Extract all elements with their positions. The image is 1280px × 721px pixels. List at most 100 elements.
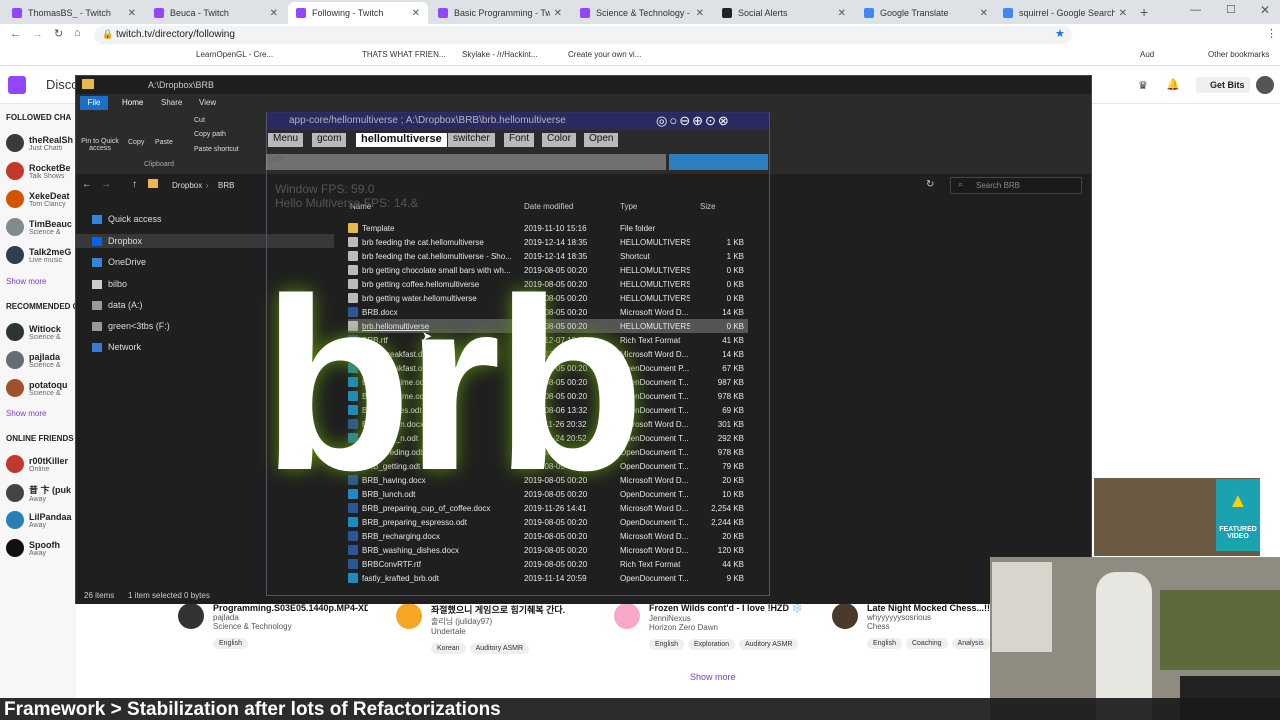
forward-icon[interactable]: → bbox=[32, 28, 43, 40]
sidebar-channel[interactable]: Witlock Science & bbox=[6, 323, 77, 341]
stream-category[interactable]: Science & Technology bbox=[213, 622, 378, 631]
copy-button[interactable]: Copy bbox=[128, 139, 144, 146]
sidebar-channel[interactable]: r00tKiller Online bbox=[6, 455, 77, 473]
stream-channel[interactable]: 출리님 (juliday97) bbox=[431, 616, 596, 627]
sidebar-channel[interactable]: 昔 卞 (puk Away bbox=[6, 483, 77, 503]
minimize-icon[interactable]: — bbox=[1190, 4, 1201, 16]
pin-quick-access-button[interactable]: Pin to Quick access bbox=[78, 138, 122, 152]
avatar[interactable] bbox=[1256, 76, 1274, 94]
sidebar-channel[interactable]: XekeDeat Tom Clancy bbox=[6, 190, 77, 208]
streamer-avatar[interactable] bbox=[614, 603, 640, 629]
tab-close-icon[interactable]: ✕ bbox=[1119, 8, 1127, 19]
bookmark-other[interactable]: Other bookmarks bbox=[1208, 50, 1269, 59]
stream-tag[interactable]: Korean bbox=[431, 643, 466, 654]
nav-item[interactable]: Dropbox bbox=[92, 236, 142, 246]
stream-category[interactable]: Horizon Zero Dawn bbox=[649, 623, 814, 632]
overlay-tab[interactable]: Color bbox=[542, 133, 576, 147]
sidebar-channel[interactable]: RocketBe Talk Shows bbox=[6, 162, 77, 180]
prime-icon[interactable]: ♛ bbox=[1138, 79, 1148, 92]
browser-tab[interactable]: Following - Twitch ✕ bbox=[288, 2, 428, 24]
nav-item[interactable]: OneDrive bbox=[92, 257, 146, 267]
browser-tab[interactable]: Basic Programming - Twitch ✕ bbox=[430, 2, 570, 24]
nav-item[interactable]: data (A:) bbox=[92, 300, 143, 310]
tab-close-icon[interactable]: ✕ bbox=[412, 8, 420, 19]
browser-tab[interactable]: Google Translate ✕ bbox=[856, 2, 996, 24]
stream-tag[interactable]: English bbox=[213, 638, 248, 649]
forward-icon[interactable]: → bbox=[101, 179, 111, 190]
ribbon-tab-view[interactable]: View bbox=[199, 98, 216, 107]
ribbon-tab-home[interactable]: Home bbox=[122, 98, 143, 107]
nav-item[interactable]: bilbo bbox=[92, 279, 127, 289]
overlay-tab[interactable]: Font bbox=[504, 133, 535, 147]
sidebar-channel[interactable]: pajlada Science & bbox=[6, 351, 77, 369]
get-bits-button[interactable]: Get Bits bbox=[1196, 77, 1250, 93]
stream-category[interactable]: Undertale bbox=[431, 627, 596, 636]
show-more-recommended[interactable]: Show more bbox=[6, 409, 46, 418]
close-icon[interactable]: ✕ bbox=[1260, 3, 1270, 17]
show-more-followed[interactable]: Show more bbox=[6, 277, 46, 286]
ribbon-tab-share[interactable]: Share bbox=[161, 98, 182, 107]
browser-tab[interactable]: squirrel - Google Search ✕ bbox=[995, 2, 1135, 24]
sidebar-channel[interactable]: theRealSh Just Chatti bbox=[6, 134, 77, 152]
stream-channel[interactable]: JenniNexus bbox=[649, 614, 814, 623]
bookmark-aud[interactable]: Aud bbox=[1140, 50, 1154, 59]
sidebar-channel[interactable]: Spoofh Away bbox=[6, 539, 77, 557]
tab-close-icon[interactable]: ✕ bbox=[128, 8, 136, 19]
back-icon[interactable]: ← bbox=[10, 28, 21, 40]
sidebar-channel[interactable]: LilPandaa Away bbox=[6, 511, 77, 529]
bookmark-learnopengl[interactable]: LearnOpenGL - Cre... bbox=[196, 50, 273, 59]
nav-item[interactable]: green<3tbs (F:) bbox=[92, 321, 170, 331]
reload-icon[interactable]: ↻ bbox=[54, 27, 63, 40]
cut-button[interactable]: Cut bbox=[194, 117, 205, 124]
breadcrumb-brb[interactable]: BRB bbox=[218, 181, 234, 190]
breadcrumb-dropbox[interactable]: Dropbox bbox=[172, 181, 202, 190]
paste-button[interactable]: Paste bbox=[155, 139, 173, 146]
home-icon[interactable]: ⌂ bbox=[74, 27, 81, 39]
back-icon[interactable]: ← bbox=[82, 179, 92, 190]
tab-close-icon[interactable]: ✕ bbox=[838, 8, 846, 19]
overlay-tab[interactable]: hellomultiverse bbox=[356, 133, 447, 147]
overlay-tab[interactable]: gcom bbox=[312, 133, 347, 147]
star-icon[interactable]: ★ bbox=[1055, 27, 1065, 40]
stream-title[interactable]: Programming.S03E05.1440p.MP4-XD... bbox=[213, 603, 368, 613]
overlay-tab[interactable]: Menu bbox=[268, 133, 304, 147]
up-icon[interactable]: ↑ bbox=[132, 179, 137, 190]
bookmark-thats-what-friends[interactable]: THATS WHAT FRIEN... bbox=[362, 50, 446, 59]
tab-close-icon[interactable]: ✕ bbox=[980, 8, 988, 19]
url-input[interactable]: twitch.tv/directory/following bbox=[94, 26, 1072, 44]
maximize-icon[interactable]: ☐ bbox=[1226, 3, 1236, 16]
stream-tag[interactable]: English bbox=[649, 639, 684, 650]
show-more-streams[interactable]: Show more bbox=[690, 672, 736, 682]
stream-tag[interactable]: Coaching bbox=[905, 638, 948, 649]
copy-path-button[interactable]: Copy path bbox=[194, 131, 226, 138]
notifications-icon[interactable]: 🔔 bbox=[1166, 78, 1180, 91]
twitch-logo-icon[interactable] bbox=[8, 76, 26, 94]
stream-tag[interactable]: Auditory ASMR bbox=[469, 643, 530, 654]
new-tab-icon[interactable]: + bbox=[1140, 4, 1148, 20]
stream-card[interactable]: Programming.S03E05.1440p.MP4-XD... pajlad… bbox=[178, 603, 378, 649]
stream-title[interactable]: Frozen Wilds cont'd - I love !HZD ❄️ [ j… bbox=[649, 603, 804, 614]
tab-close-icon[interactable]: ✕ bbox=[696, 8, 704, 19]
stream-tag[interactable]: Exploration bbox=[687, 639, 735, 650]
overlay-tab[interactable]: switcher bbox=[448, 133, 495, 147]
streamer-avatar[interactable] bbox=[396, 603, 422, 629]
overlay-window-buttons-icon[interactable]: ◎○⊖⊕⊙⊗ bbox=[656, 113, 731, 129]
browser-tab[interactable]: ThomasBS_ - Twitch ✕ bbox=[4, 2, 144, 24]
browser-tab[interactable]: Social Alerts ✕ bbox=[714, 2, 854, 24]
streamer-avatar[interactable] bbox=[178, 603, 204, 629]
stream-tag[interactable]: English bbox=[867, 638, 902, 649]
bookmark-create-video[interactable]: Create your own vi... bbox=[568, 50, 641, 59]
stream-card[interactable]: 좌절했으니 게임으로 힘기췌복 간다. 출리님 (juliday97) Undert… bbox=[396, 603, 596, 654]
browser-tab[interactable]: Beuca - Twitch ✕ bbox=[146, 2, 286, 24]
nav-item[interactable]: Quick access bbox=[92, 214, 162, 224]
ribbon-tab-file[interactable]: File bbox=[80, 96, 108, 110]
overlay-tab[interactable]: Open bbox=[584, 133, 619, 147]
stream-card[interactable]: Frozen Wilds cont'd - I love !HZD ❄️ [ j… bbox=[614, 603, 814, 650]
sidebar-channel[interactable]: Talk2meG Live music bbox=[6, 246, 77, 264]
paste-shortcut-button[interactable]: Paste shortcut bbox=[194, 146, 239, 153]
streamer-avatar[interactable] bbox=[832, 603, 858, 629]
stream-tag[interactable]: Auditory ASMR bbox=[739, 639, 799, 650]
refresh-icon[interactable]: ↻ bbox=[926, 179, 934, 190]
bookmark-skylake[interactable]: Skylake - /r/Hackint... bbox=[462, 50, 538, 59]
nav-item[interactable]: Network bbox=[92, 342, 141, 352]
